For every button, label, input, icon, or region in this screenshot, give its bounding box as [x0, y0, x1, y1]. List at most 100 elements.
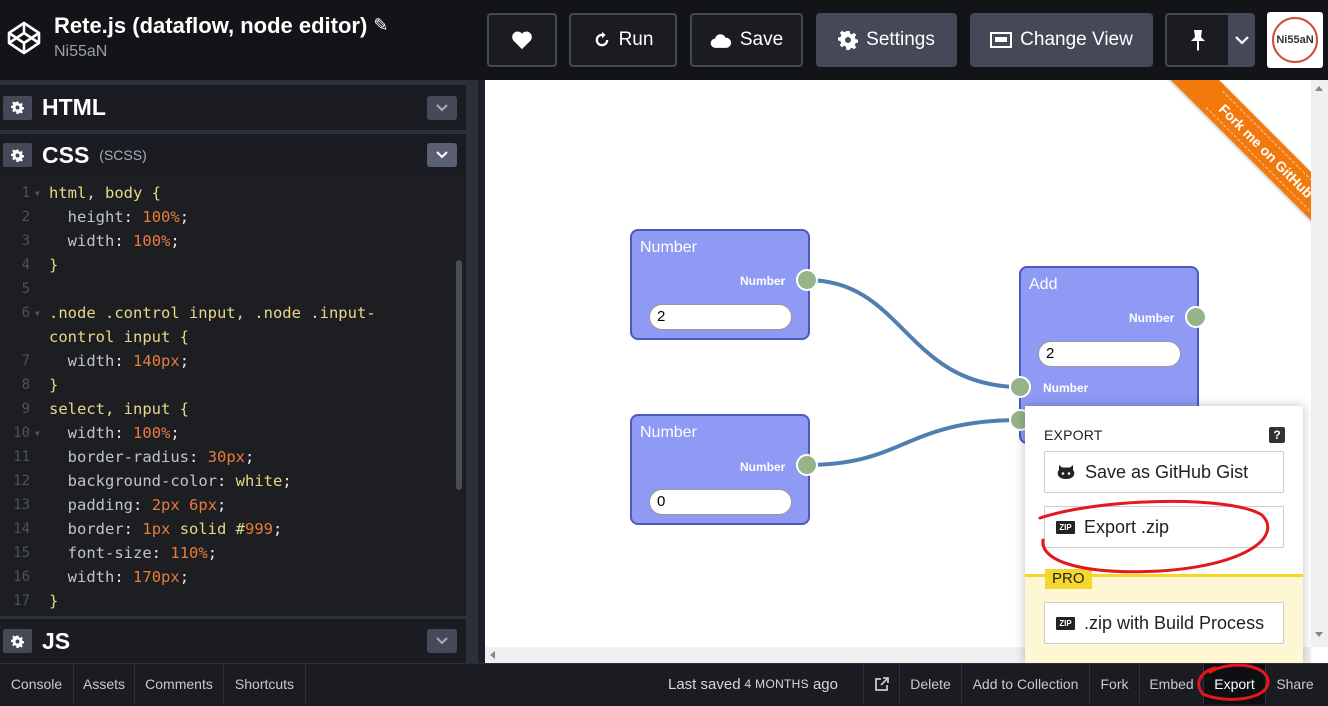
shortcuts-button[interactable]: Shortcuts: [224, 664, 306, 704]
fold-arrow-icon[interactable]: ▼: [35, 181, 43, 205]
number-input[interactable]: 0: [649, 489, 792, 515]
html-settings-button[interactable]: [3, 95, 32, 120]
number-input[interactable]: 2: [649, 304, 792, 330]
line-number: 9: [21, 401, 30, 417]
code-line[interactable]: width: 170px;: [49, 565, 189, 589]
delete-button[interactable]: Delete: [900, 664, 962, 704]
code-line[interactable]: }: [49, 373, 58, 397]
output-socket[interactable]: [796, 454, 818, 476]
css-panel-title: CSS: [42, 141, 90, 168]
pin-button[interactable]: [1165, 13, 1228, 67]
code-line[interactable]: padding: 2px 6px;: [49, 493, 227, 517]
share-button[interactable]: Share: [1266, 664, 1324, 704]
code-line[interactable]: }: [49, 253, 58, 277]
refresh-icon: [595, 31, 608, 47]
edit-pencil-icon[interactable]: ✎: [373, 15, 388, 36]
chevron-down-icon: [436, 151, 448, 159]
pin-dropdown-button[interactable]: [1228, 13, 1255, 67]
output-label: Number: [740, 460, 786, 474]
css-settings-button[interactable]: [3, 143, 32, 167]
open-external-button[interactable]: [863, 664, 900, 704]
number-input[interactable]: 2: [1038, 341, 1181, 367]
save-button[interactable]: Save: [690, 13, 803, 67]
line-number: 13: [13, 497, 30, 513]
pen-author[interactable]: Ni55aN: [54, 43, 107, 61]
help-icon[interactable]: ?: [1269, 427, 1285, 443]
save-label: Save: [739, 29, 784, 50]
line-number: 2: [21, 209, 30, 225]
html-collapse-button[interactable]: [427, 95, 457, 120]
scroll-left-icon[interactable]: [490, 651, 495, 659]
code-line[interactable]: html, body {: [49, 181, 161, 205]
html-panel-header[interactable]: HTML: [0, 85, 466, 130]
console-button[interactable]: Console: [0, 664, 74, 704]
js-collapse-button[interactable]: [427, 629, 457, 653]
change-view-button[interactable]: Change View: [970, 13, 1153, 67]
code-line[interactable]: width: 140px;: [49, 349, 189, 373]
code-line[interactable]: border-radius: 30px;: [49, 445, 255, 469]
number-node-2[interactable]: Number Number 0: [630, 414, 810, 525]
gear-icon: [838, 30, 859, 50]
code-line[interactable]: control input {: [49, 325, 189, 349]
fork-ribbon[interactable]: Fork me on GitHub: [1140, 80, 1311, 251]
settings-label: Settings: [866, 29, 935, 50]
code-line[interactable]: border: 1px solid #999;: [49, 517, 283, 541]
editor-column: HTML CSS (SCSS) 1 ▼ html, body {2 height: …: [0, 80, 478, 663]
css-collapse-button[interactable]: [427, 143, 457, 167]
code-line[interactable]: select, input {: [49, 397, 189, 421]
fold-arrow-icon[interactable]: ▼: [35, 301, 43, 325]
save-gist-button[interactable]: Save as GitHub Gist: [1044, 451, 1284, 493]
zip-build-label: .zip with Build Process: [1084, 612, 1265, 633]
scroll-up-icon[interactable]: [1315, 86, 1323, 91]
settings-button[interactable]: Settings: [816, 13, 957, 67]
codepen-logo-icon[interactable]: [4, 18, 44, 58]
js-panel-header[interactable]: JS: [0, 619, 466, 663]
add-to-collection-button[interactable]: Add to Collection: [962, 664, 1090, 704]
line-number: [0, 325, 40, 349]
fork-button[interactable]: Fork: [1090, 664, 1140, 704]
github-icon: [1057, 465, 1075, 479]
code-line[interactable]: background-color: white;: [49, 469, 292, 493]
output-socket[interactable]: [1185, 306, 1207, 328]
css-panel-header[interactable]: CSS (SCSS): [0, 134, 466, 176]
assets-button[interactable]: Assets: [74, 664, 135, 704]
external-link-icon: [874, 677, 889, 691]
embed-button[interactable]: Embed: [1140, 664, 1204, 704]
fork-ribbon-banner[interactable]: Fork me on GitHub: [1169, 80, 1311, 248]
export-zip-button[interactable]: ZIP Export .zip: [1044, 506, 1284, 548]
code-scrollbar[interactable]: [456, 260, 462, 490]
js-settings-button[interactable]: [3, 629, 32, 653]
code-line[interactable]: width: 100%;: [49, 421, 180, 445]
run-button[interactable]: Run: [569, 13, 677, 67]
code-line[interactable]: width: 100%;: [49, 229, 180, 253]
pen-title[interactable]: Rete.js (dataflow, node editor) ✎: [54, 13, 388, 39]
code-line[interactable]: }: [49, 589, 58, 613]
love-button[interactable]: [487, 13, 557, 67]
code-line[interactable]: height: 100%;: [49, 205, 189, 229]
saved-time: 4 MONTHS: [744, 677, 809, 691]
line-number: 12: [13, 473, 30, 489]
html-panel-title: HTML: [42, 94, 106, 120]
export-button[interactable]: Export: [1204, 664, 1266, 704]
codepen-editor: Rete.js (dataflow, node editor) ✎ Ni55aN …: [0, 0, 1328, 706]
connection-2: [806, 418, 1022, 467]
code-line[interactable]: font-size: 110%;: [49, 541, 217, 565]
line-number: 5: [21, 281, 30, 297]
save-gist-label: Save as GitHub Gist: [1085, 461, 1249, 482]
output-socket[interactable]: [796, 269, 818, 291]
input-socket[interactable]: [1009, 376, 1031, 398]
connection-1: [806, 278, 1022, 389]
comments-button[interactable]: Comments: [135, 664, 224, 704]
line-number: 14: [13, 521, 30, 537]
css-code-editor[interactable]: 1 ▼ html, body {2 height: 100%; 3 width: 10…: [0, 176, 466, 616]
zip-build-button[interactable]: ZIP .zip with Build Process: [1044, 602, 1284, 644]
gear-icon: [11, 149, 24, 162]
export-menu: EXPORT ? Save as GitHub Gist ZIP Export …: [1025, 406, 1303, 664]
number-node-1[interactable]: Number Number 2: [630, 229, 810, 340]
fold-arrow-icon[interactable]: ▼: [35, 421, 43, 445]
css-preprocessor-label: (SCSS): [99, 147, 147, 163]
code-line[interactable]: .node .control input, .node .input-: [49, 301, 376, 325]
preview-vertical-scrollbar[interactable]: [1311, 80, 1328, 647]
scroll-down-icon[interactable]: [1315, 632, 1323, 637]
user-avatar[interactable]: Ni55aN: [1267, 12, 1323, 68]
